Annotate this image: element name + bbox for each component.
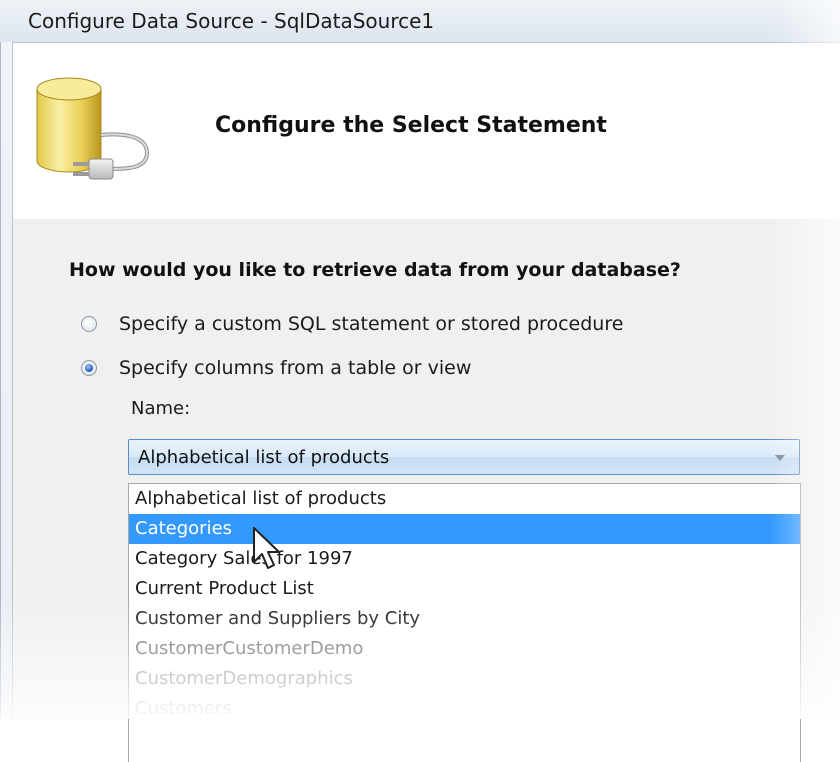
table-columns-label[interactable]: Specify columns from a table or view <box>119 357 471 379</box>
wizard-header: Configure the Select Statement <box>13 43 840 219</box>
dropdown-item[interactable]: Category Sales for 1997 <box>129 544 800 574</box>
custom-sql-option[interactable]: Specify a custom SQL statement or stored… <box>81 309 623 339</box>
dropdown-item[interactable]: Customers <box>129 694 800 724</box>
custom-sql-radio[interactable] <box>81 316 97 332</box>
mouse-cursor-icon <box>253 527 280 569</box>
window-title: Configure Data Source - SqlDataSource1 <box>28 9 435 33</box>
dropdown-item[interactable]: Current Product List <box>129 574 800 604</box>
dropdown-item[interactable]: CustomerDemographics <box>129 664 800 694</box>
dialog-client-area: Configure the Select Statement How would… <box>12 42 840 762</box>
retrieve-data-question: How would you like to retrieve data from… <box>69 259 681 281</box>
name-label: Name: <box>131 398 191 419</box>
combobox-value: Alphabetical list of products <box>138 447 390 468</box>
table-name-dropdown-list[interactable]: Alphabetical list of products Categories… <box>128 483 801 762</box>
title-bar[interactable]: Configure Data Source - SqlDataSource1 <box>0 0 840 42</box>
table-columns-radio[interactable] <box>81 360 97 376</box>
dropdown-item[interactable]: Alphabetical list of products <box>129 484 800 514</box>
dropdown-item[interactable]: CustomerCustomerDemo <box>129 634 800 664</box>
table-columns-option[interactable]: Specify columns from a table or view <box>81 353 471 383</box>
table-name-combobox[interactable]: Alphabetical list of products <box>128 439 800 475</box>
dropdown-item-selected[interactable]: Categories <box>129 514 800 544</box>
page-title: Configure the Select Statement <box>215 113 607 138</box>
custom-sql-label[interactable]: Specify a custom SQL statement or stored… <box>119 313 623 335</box>
database-plug-icon <box>36 77 150 180</box>
dropdown-item[interactable]: Customer and Suppliers by City <box>129 604 800 634</box>
chevron-down-icon[interactable] <box>775 455 785 461</box>
